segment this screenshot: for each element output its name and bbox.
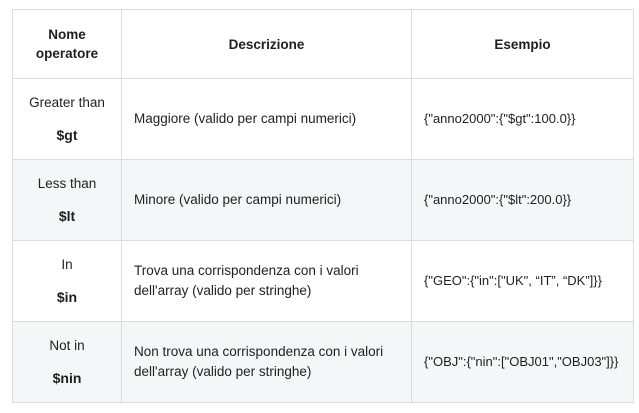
table-row: In $in Trova una corrispondenza con i va…: [12, 240, 634, 322]
example-cell: {"anno2000":{"$lt":200.0}}: [411, 159, 634, 241]
description-cell: Minore (valido per campi numerici): [121, 159, 412, 241]
header-operator-name-line1: Nome: [48, 27, 86, 42]
operator-cell: Not in $nin: [12, 321, 122, 403]
table-row: Less than $lt Minore (valido per campi n…: [12, 159, 634, 241]
description-cell: Non trova una corrispondenza con i valor…: [121, 321, 412, 403]
table-row: Greater than $gt Maggiore (valido per ca…: [12, 78, 634, 160]
table-header-row: Nome operatore Descrizione Esempio: [12, 9, 634, 79]
example-cell: {"anno2000":{"$gt":100.0}}: [411, 78, 634, 160]
header-operator-name: Nome operatore: [12, 9, 122, 79]
operator-name: Greater than: [29, 95, 105, 110]
operator-cell: Greater than $gt: [12, 78, 122, 160]
operator-code: $nin: [52, 370, 82, 386]
operator-name: Less than: [37, 176, 97, 191]
operator-cell: In $in: [12, 240, 122, 322]
example-cell: {"GEO":{"in":["UK", “IT”, “DK”]}}: [411, 240, 634, 322]
operators-table: Nome operatore Descrizione Esempio Great…: [12, 9, 634, 403]
operator-code: $in: [56, 289, 78, 305]
operator-name: Not in: [49, 338, 85, 353]
description-cell: Trova una corrispondenza con i valori de…: [121, 240, 412, 322]
example-cell: {"OBJ":{"nin":["OBJ01","OBJ03"]}}: [411, 321, 634, 403]
table-row: Not in $nin Non trova una corrispondenza…: [12, 321, 634, 403]
operators-table-container: Nome operatore Descrizione Esempio Great…: [12, 9, 634, 403]
operator-name: In: [61, 257, 73, 272]
operator-code: $gt: [56, 127, 78, 143]
operator-code: $lt: [58, 208, 76, 224]
header-description: Descrizione: [121, 9, 412, 79]
operator-cell: Less than $lt: [12, 159, 122, 241]
header-operator-name-line2: operatore: [35, 46, 99, 61]
description-cell: Maggiore (valido per campi numerici): [121, 78, 412, 160]
header-example: Esempio: [411, 9, 634, 79]
